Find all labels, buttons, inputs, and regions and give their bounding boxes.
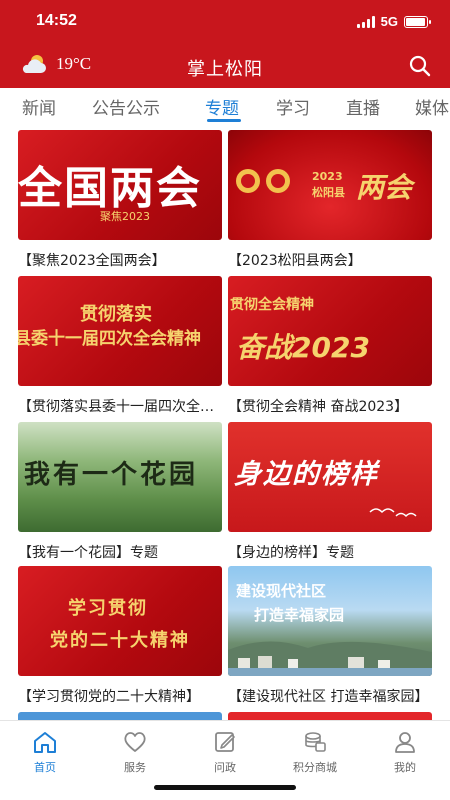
tab-study[interactable]: 学习 [276, 94, 310, 119]
topic-grid: 全国两会 聚焦2023 【聚焦2023全国两会】 2023 松阳县 两会 【20… [0, 124, 450, 720]
topic-caption: 【贯彻全会精神 奋战2023】 [228, 399, 409, 415]
home-icon [34, 732, 56, 753]
topic-thumbnail: 学习贯彻 党的二十大精神 [18, 566, 222, 676]
topic-card[interactable]: 贯彻落实 县委十一届四次全会精神 【贯彻落实县委十一届四次全会精神】 [18, 276, 222, 416]
topic-caption: 【身边的榜样】专题 [228, 545, 354, 561]
thumb-subtitle: 打造幸福家园 [254, 606, 345, 624]
thumb-title: 贯彻落实 [80, 304, 152, 325]
topic-caption: 【2023松阳县两会】 [228, 253, 362, 269]
nav-inquiry[interactable]: 问政 [180, 729, 270, 775]
nav-label: 我的 [394, 761, 416, 774]
category-tabs: 新闻 公告公示 专题 学习 直播 媒体 [0, 88, 450, 124]
thumb-county: 松阳县 [312, 186, 345, 199]
topic-card[interactable]: 贯彻全会精神 奋战2023 【贯彻全会精神 奋战2023】 [228, 276, 432, 416]
topic-card[interactable]: 建设现代社区 打造幸福家园 【建设现代社区 打造幸福家园】 [228, 566, 432, 706]
signal-icon [356, 15, 375, 28]
coins-icon [305, 732, 326, 752]
network-type: 5G [380, 14, 398, 29]
topic-thumbnail-partial [18, 712, 222, 720]
thumb-subtitle: 聚焦2023 [100, 210, 150, 223]
app-bar: 19°C 掌上松阳 [0, 44, 450, 88]
edit-icon [215, 732, 235, 752]
thumb-title: 全国两会 [18, 163, 202, 214]
topic-thumbnail: 贯彻落实 县委十一届四次全会精神 [18, 276, 222, 386]
emblem-icon [236, 169, 290, 193]
tab-announcements[interactable]: 公告公示 [92, 94, 160, 119]
topic-thumbnail: 贯彻全会精神 奋战2023 [228, 276, 432, 386]
thumb-subtitle: 贯彻全会精神 [230, 297, 314, 313]
user-icon [395, 732, 415, 753]
topic-caption: 【贯彻落实县委十一届四次全会精神】 [18, 399, 222, 415]
home-indicator [154, 785, 296, 790]
thumb-title: 建设现代社区 [236, 582, 327, 600]
nav-label: 问政 [214, 761, 236, 774]
app-title: 掌上松阳 [187, 59, 263, 80]
tab-news[interactable]: 新闻 [22, 94, 56, 119]
topic-caption: 【聚焦2023全国两会】 [18, 253, 166, 269]
tab-topics[interactable]: 专题 [205, 94, 239, 119]
nav-label: 积分商城 [293, 761, 337, 774]
active-tab-indicator [207, 119, 241, 122]
topic-caption: 【学习贯彻党的二十大精神】 [18, 689, 200, 705]
topic-thumbnail: 2023 松阳县 两会 [228, 130, 432, 240]
tab-media[interactable]: 媒体 [415, 94, 449, 119]
topic-card[interactable]: 2023 松阳县 两会 【2023松阳县两会】 [228, 130, 432, 270]
thumb-year: 2023 [312, 170, 343, 183]
heart-icon [124, 732, 146, 752]
nav-service[interactable]: 服务 [90, 729, 180, 775]
topic-thumbnail-partial [228, 712, 432, 720]
topic-caption: 【我有一个花园】专题 [18, 545, 158, 561]
topic-card[interactable]: 学习贯彻 党的二十大精神 【学习贯彻党的二十大精神】 [18, 566, 222, 706]
thumb-title: 两会 [356, 171, 413, 204]
tab-live[interactable]: 直播 [346, 94, 380, 119]
topic-card[interactable]: 身边的榜样 【身边的榜样】专题 [228, 422, 432, 562]
nav-home[interactable]: 首页 [0, 729, 90, 775]
nav-points-mall[interactable]: 积分商城 [270, 729, 360, 775]
topic-thumbnail: 身边的榜样 [228, 422, 432, 532]
thumb-title: 学习贯彻 [68, 598, 148, 619]
topic-caption: 【建设现代社区 打造幸福家园】 [228, 689, 429, 705]
birds-icon [369, 508, 417, 518]
thumb-title: 身边的榜样 [234, 459, 379, 490]
topic-thumbnail: 全国两会 聚焦2023 [18, 130, 222, 240]
status-indicators: 5G [356, 14, 431, 29]
topic-thumbnail: 建设现代社区 打造幸福家园 [228, 566, 432, 676]
thumb-title: 我有一个花园 [24, 460, 199, 490]
thumb-title: 奋战2023 [236, 331, 370, 364]
app-header: 14:52 5G 19°C 掌上松阳 [0, 0, 450, 88]
search-icon[interactable] [408, 54, 432, 78]
topic-thumbnail: 我有一个花园 [18, 422, 222, 532]
status-bar: 14:52 5G [0, 0, 450, 44]
nav-mine[interactable]: 我的 [360, 729, 450, 775]
thumb-subtitle: 县委十一届四次全会精神 [18, 329, 201, 349]
nav-label: 首页 [34, 761, 56, 774]
topic-card[interactable]: 全国两会 聚焦2023 【聚焦2023全国两会】 [18, 130, 222, 270]
topic-card[interactable]: 我有一个花园 【我有一个花园】专题 [18, 422, 222, 562]
battery-icon [404, 15, 431, 28]
thumb-subtitle: 党的二十大精神 [50, 630, 190, 651]
status-time: 14:52 [36, 12, 77, 29]
town-skyline-icon [228, 641, 432, 676]
nav-label: 服务 [124, 761, 146, 774]
